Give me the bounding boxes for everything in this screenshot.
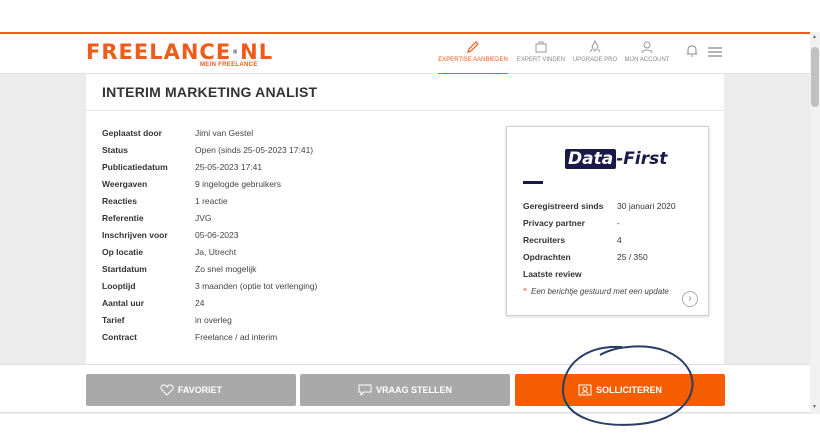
job-title: INTERIM MARKETING ANALIST: [102, 84, 318, 100]
scroll-up-icon[interactable]: ▲: [812, 34, 817, 40]
review-body: Een berichtje gestuurd met een update: [531, 287, 669, 296]
job-card: INTERIM MARKETING ANALIST Geplaatst door…: [86, 74, 724, 374]
detail-key: Status: [102, 145, 128, 155]
solliciteren-button[interactable]: SOLLICITEREN: [515, 374, 725, 406]
chevron-right-icon: ›: [688, 293, 692, 304]
detail-row: Status Open (sinds 25-05-2023 17:41): [102, 145, 313, 161]
menu-icon[interactable]: [708, 47, 722, 57]
logo-text: FREELANCE: [86, 40, 232, 64]
bell-icon[interactable]: [686, 44, 698, 58]
person-card-icon: [578, 384, 592, 396]
nav-label: EXPERTISE AANBIEDEN: [438, 57, 508, 63]
company-row: Opdrachten 25 / 350: [523, 252, 648, 262]
detail-value: 3 maanden (optie tot verlenging): [195, 281, 318, 291]
company-logo: Data -First: [565, 149, 667, 169]
detail-value: Open (sinds 25-05-2023 17:41): [195, 145, 314, 155]
divider: [86, 110, 724, 111]
detail-row: Reacties 1 reactie: [102, 196, 228, 212]
detail-value: 05-06-2023: [195, 230, 239, 240]
company-key: Privacy partner: [523, 218, 585, 228]
page-bottom-edge: [0, 412, 820, 413]
detail-key: Referentie: [102, 213, 144, 223]
vraag-stellen-label: VRAAG STELLEN: [375, 385, 452, 395]
detail-value: 25-05-2023 17:41: [195, 162, 263, 172]
detail-key: Aantal uur: [102, 298, 145, 308]
company-key: Recruiters: [523, 235, 566, 245]
detail-key: Publicatiedatum: [102, 162, 168, 172]
logo-dot: ·: [231, 40, 241, 64]
company-key: Opdrachten: [523, 252, 571, 262]
nav-expertise-aanbieden[interactable]: EXPERTISE AANBIEDEN: [438, 40, 508, 75]
detail-value: 24: [195, 298, 205, 308]
detail-key: Contract: [102, 332, 137, 342]
detail-row: Op locatie Ja, Utrecht: [102, 247, 236, 263]
detail-row: Weergaven 9 ingelogde gebruikers: [102, 179, 281, 195]
detail-value: 1 reactie: [195, 196, 228, 206]
rocket-icon: [589, 40, 601, 53]
vraag-stellen-button[interactable]: VRAAG STELLEN: [300, 374, 510, 406]
nav-mijn-account[interactable]: MIJN ACCOUNT: [612, 40, 682, 63]
company-card[interactable]: Data -First Geregistreerd sinds 30 januari…: [506, 126, 709, 316]
scroll-down-icon[interactable]: ▼: [812, 404, 817, 410]
top-navigation: FREELANCE·NL MEIN FREELANCE EXPERTISE AA…: [0, 32, 820, 75]
vertical-scrollbar[interactable]: ▲ ▼: [810, 32, 820, 414]
detail-row: Publicatiedatum 25-05-2023 17:41: [102, 162, 262, 178]
nav-label: UPGRADE PRO: [572, 57, 618, 63]
company-row: Geregistreerd sinds 30 januari 2020: [523, 201, 676, 211]
company-value: 4: [617, 235, 622, 245]
review-text: “ Een berichtje gestuurd met een update: [523, 287, 669, 296]
detail-row: Inschrijven voor 05-06-2023: [102, 230, 238, 246]
company-logo-part2: First: [623, 149, 668, 169]
detail-value: 9 ingelogde gebruikers: [195, 179, 282, 189]
next-review-button[interactable]: ›: [682, 291, 698, 307]
nav-label: EXPERT VINDEN: [516, 57, 566, 63]
logo-subtitle: MEIN FREELANCE: [200, 62, 258, 68]
logo-tld: NL: [240, 40, 274, 64]
detail-key: Startdatum: [102, 264, 147, 274]
detail-value: Freelance / ad interim: [195, 332, 278, 342]
detail-key: Tarief: [102, 315, 125, 325]
detail-key: Geplaatst door: [102, 128, 162, 138]
freelance-logo[interactable]: FREELANCE·NL: [86, 40, 273, 64]
company-key: Geregistreerd sinds: [523, 201, 604, 211]
detail-row: Tarief in overleg: [102, 315, 232, 331]
company-row: Recruiters 4: [523, 235, 622, 245]
scrollbar-thumb[interactable]: [811, 47, 819, 107]
chat-icon: [358, 384, 372, 396]
company-logo-small: [523, 181, 543, 184]
action-bar: FAVORIET VRAAG STELLEN SOLLICITEREN: [0, 364, 820, 412]
detail-value: in overleg: [195, 315, 232, 325]
detail-key: Reacties: [102, 196, 137, 206]
quote-icon: “: [523, 287, 527, 296]
detail-key: Op locatie: [102, 247, 144, 257]
favoriet-label: FAVORIET: [177, 385, 223, 395]
briefcase-icon: [535, 41, 547, 53]
company-value: 25 / 350: [617, 252, 648, 262]
detail-row: Startdatum Zo snel mogelijk: [102, 264, 256, 280]
detail-key: Inschrijven voor: [102, 230, 168, 240]
detail-value: Zo snel mogelijk: [195, 264, 257, 274]
favoriet-button[interactable]: FAVORIET: [86, 374, 296, 406]
user-icon: [641, 41, 653, 54]
nav-label: MIJN ACCOUNT: [624, 57, 670, 63]
detail-value: JVG: [195, 213, 212, 223]
heart-icon: [160, 384, 174, 396]
solliciteren-label: SOLLICITEREN: [595, 385, 662, 395]
detail-key: Weergaven: [102, 179, 148, 189]
pencil-icon: [467, 41, 479, 53]
company-logo-part1: Data: [565, 149, 617, 169]
detail-key: Looptijd: [102, 281, 136, 291]
company-row: Laatste review: [523, 269, 617, 279]
detail-row: Referentie JVG: [102, 213, 212, 229]
company-row: Privacy partner -: [523, 218, 620, 228]
company-value: -: [617, 218, 620, 228]
detail-value: Ja, Utrecht: [195, 247, 237, 257]
detail-row: Looptijd 3 maanden (optie tot verlenging): [102, 281, 317, 297]
detail-value: Jimi van Gestel: [195, 128, 254, 138]
detail-row: Aantal uur 24: [102, 298, 204, 314]
detail-row: Contract Freelance / ad interim: [102, 332, 277, 348]
company-value: 30 januari 2020: [617, 201, 676, 211]
detail-row: Geplaatst door Jimi van Gestel: [102, 128, 253, 144]
company-key: Laatste review: [523, 269, 582, 279]
